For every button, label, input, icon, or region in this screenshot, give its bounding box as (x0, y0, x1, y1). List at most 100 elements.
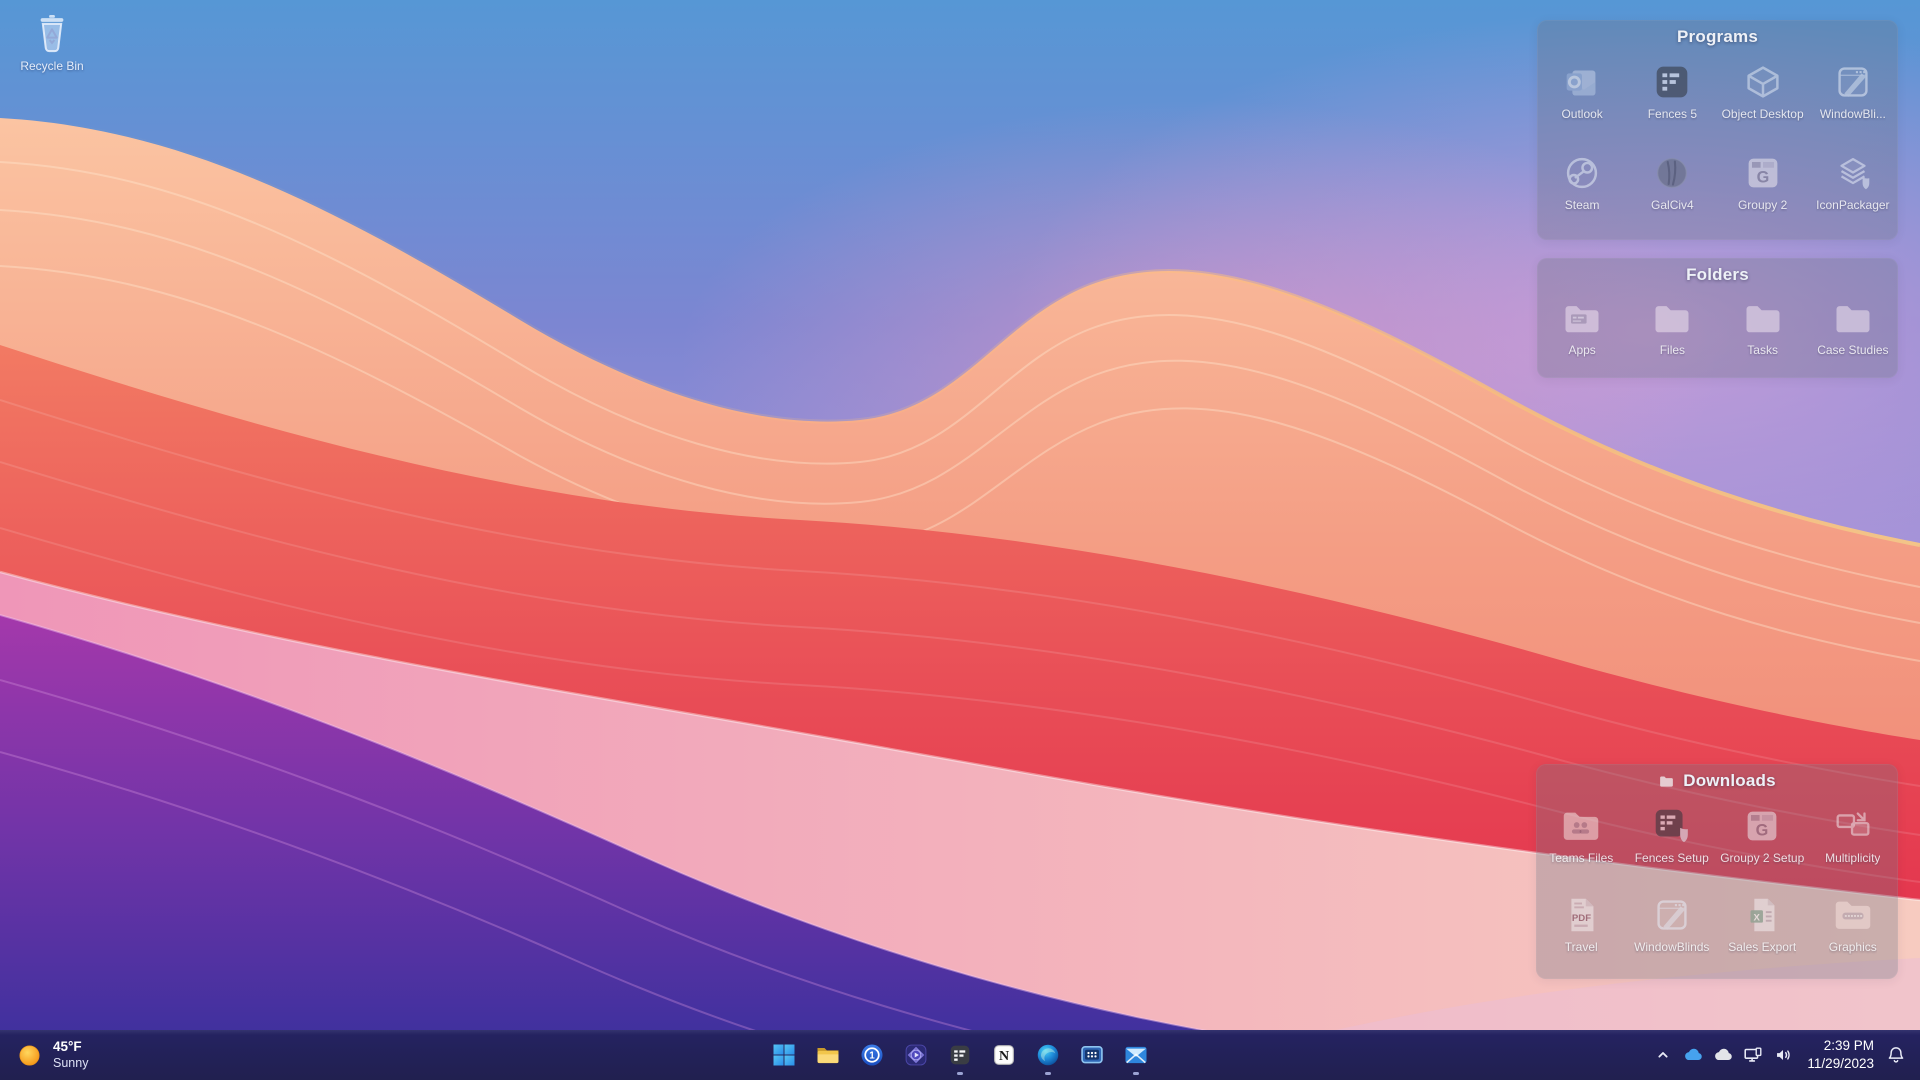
clock[interactable]: 2:39 PM 11/29/2023 (1807, 1037, 1874, 1073)
steam-icon (1559, 150, 1605, 196)
edge-button[interactable] (1027, 1032, 1069, 1078)
fence-item-sales-export[interactable]: Sales Export (1717, 887, 1808, 976)
file-explorer-button[interactable] (807, 1032, 849, 1078)
fence-downloads-grid: Teams Files Fences Setup Groupy 2 Setup … (1536, 798, 1898, 976)
recycle-bin-desktop-icon[interactable]: Recycle Bin (10, 8, 94, 73)
fence-item-iconpackager[interactable]: IconPackager (1808, 145, 1898, 236)
notifications-button[interactable] (1882, 1035, 1910, 1075)
1password-button[interactable] (851, 1032, 893, 1078)
folder-icon (1829, 297, 1877, 341)
fence-item-windowblinds-dl[interactable]: WindowBlinds (1627, 887, 1718, 976)
iconpackager-icon (1830, 150, 1876, 196)
fence-folders-titlebar[interactable]: Folders (1537, 258, 1898, 292)
fence-item-label: Travel (1565, 941, 1598, 955)
fence-item-multiplicity[interactable]: Multiplicity (1808, 798, 1899, 887)
fence-downloads: Downloads Teams Files Fences Setup Group… (1536, 764, 1898, 979)
recycle-bin-icon (30, 8, 74, 58)
object-desktop-cube-icon (1740, 59, 1786, 105)
onedrive-button[interactable] (1679, 1035, 1707, 1075)
running-indicator (1133, 1072, 1139, 1075)
notion-icon (990, 1041, 1018, 1069)
fence-item-label: Tasks (1747, 344, 1778, 358)
fence-item-travel[interactable]: Travel (1536, 887, 1627, 976)
1password-icon (858, 1041, 886, 1069)
chevron-up-icon (1652, 1044, 1674, 1066)
fence-item-label: Graphics (1829, 941, 1877, 955)
folder-people-icon (1558, 803, 1604, 849)
outlook-icon (1559, 59, 1605, 105)
onedrive-personal-button[interactable] (1709, 1035, 1737, 1075)
fence-item-label: Apps (1568, 344, 1595, 358)
onedrive-cloud-gray-icon (1712, 1044, 1734, 1066)
app-grid-icon (1078, 1041, 1106, 1069)
sun-icon (16, 1042, 43, 1069)
fence-item-teams-files[interactable]: Teams Files (1536, 798, 1627, 887)
edge-icon (1034, 1041, 1062, 1069)
fence-item-label: Outlook (1561, 108, 1602, 122)
notion-button[interactable] (983, 1032, 1025, 1078)
fence-programs-grid: Outlook Fences 5 Object Desktop WindowBl… (1537, 54, 1898, 236)
display-device-icon (1742, 1044, 1764, 1066)
display-device-button[interactable] (1739, 1035, 1767, 1075)
start-button[interactable] (763, 1032, 805, 1078)
fence-item-label: Steam (1565, 199, 1600, 213)
fence-item-groupy2-setup[interactable]: Groupy 2 Setup (1717, 798, 1808, 887)
fence-item-label: Groupy 2 Setup (1720, 852, 1804, 866)
media-play-icon (902, 1041, 930, 1069)
bell-icon (1885, 1044, 1907, 1066)
recycle-bin-label: Recycle Bin (20, 59, 83, 73)
clock-date: 11/29/2023 (1807, 1055, 1874, 1073)
running-indicator (1045, 1072, 1051, 1075)
fence-programs: Programs Outlook Fences 5 Object Desktop… (1537, 20, 1898, 240)
taskbar-center-icons (762, 1030, 1158, 1080)
volume-button[interactable] (1769, 1035, 1797, 1075)
fences-shield-icon (1649, 803, 1695, 849)
pdf-document-icon (1558, 892, 1604, 938)
fence-item-label: Groupy 2 (1738, 199, 1787, 213)
fence-item-label: GalCiv4 (1651, 199, 1694, 213)
media-app-button[interactable] (895, 1032, 937, 1078)
fence-item-galciv4[interactable]: GalCiv4 (1627, 145, 1717, 236)
onedrive-cloud-blue-icon (1682, 1044, 1704, 1066)
fence-item-graphics[interactable]: Graphics (1808, 887, 1899, 976)
clock-time: 2:39 PM (1807, 1037, 1874, 1055)
fence-folders-grid: Apps Files Tasks Case Studies (1537, 292, 1898, 374)
app-grid-button[interactable] (1071, 1032, 1113, 1078)
fence-item-label: Teams Files (1549, 852, 1613, 866)
folder-apps-icon (1558, 297, 1606, 341)
fence-item-label: Fences 5 (1648, 108, 1697, 122)
fence-item-fences-setup[interactable]: Fences Setup (1627, 798, 1718, 887)
fence-item-label: Sales Export (1728, 941, 1796, 955)
fence-programs-title: Programs (1677, 27, 1758, 47)
weather-temperature: 45°F (53, 1039, 88, 1056)
volume-icon (1772, 1044, 1794, 1066)
fence-downloads-titlebar[interactable]: Downloads (1536, 764, 1898, 798)
windowblinds-icon (1830, 59, 1876, 105)
fence-item-case-studies[interactable]: Case Studies (1808, 292, 1898, 374)
fence-item-steam[interactable]: Steam (1537, 145, 1627, 236)
mail-icon (1122, 1041, 1150, 1069)
fence-item-object-desktop[interactable]: Object Desktop (1718, 54, 1808, 145)
fence-item-groupy2[interactable]: Groupy 2 (1718, 145, 1808, 236)
fence-item-label: Case Studies (1817, 344, 1888, 358)
show-hidden-icons-button[interactable] (1649, 1035, 1677, 1075)
fence-item-label: Object Desktop (1722, 108, 1804, 122)
fence-item-apps[interactable]: Apps (1537, 292, 1627, 374)
mail-button[interactable] (1115, 1032, 1157, 1078)
windows-start-icon (770, 1041, 798, 1069)
zip-folder-icon (1830, 892, 1876, 938)
fence-item-files[interactable]: Files (1627, 292, 1717, 374)
folder-icon (1648, 297, 1696, 341)
fences-icon (1649, 59, 1695, 105)
fence-programs-titlebar[interactable]: Programs (1537, 20, 1898, 54)
fence-item-label: IconPackager (1816, 199, 1889, 213)
fences-button[interactable] (939, 1032, 981, 1078)
fence-item-windowblinds[interactable]: WindowBli... (1808, 54, 1898, 145)
fence-folders: Folders Apps Files Tasks Case Studies (1537, 258, 1898, 378)
weather-widget[interactable]: 45°F Sunny (0, 1030, 104, 1080)
fence-item-fences5[interactable]: Fences 5 (1627, 54, 1717, 145)
multiplicity-icon (1830, 803, 1876, 849)
weather-condition: Sunny (53, 1056, 88, 1071)
fence-item-tasks[interactable]: Tasks (1718, 292, 1808, 374)
fence-item-outlook[interactable]: Outlook (1537, 54, 1627, 145)
